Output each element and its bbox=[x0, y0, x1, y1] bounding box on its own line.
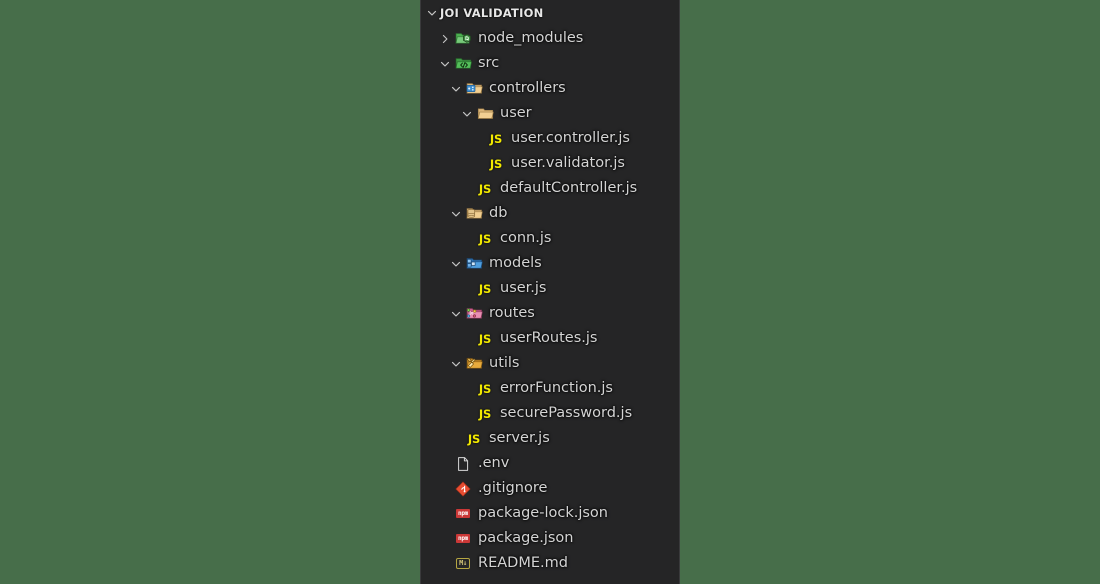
tree-folder-src[interactable]: src bbox=[421, 51, 679, 76]
javascript-file-icon: JS bbox=[464, 426, 484, 451]
javascript-file-icon: JS bbox=[475, 401, 495, 426]
tree-file-user-validator-js[interactable]: JSuser.validator.js bbox=[421, 151, 679, 176]
tree-file-errorfunction-js[interactable]: JSerrorFunction.js bbox=[421, 376, 679, 401]
folder-models-icon bbox=[464, 251, 484, 276]
tree-file-readme-md[interactable]: M↓README.md bbox=[421, 551, 679, 576]
tree-folder-utils[interactable]: utils bbox=[421, 351, 679, 376]
file-label: user.js bbox=[500, 276, 547, 301]
chevron-right-icon[interactable] bbox=[437, 26, 453, 51]
tree-file-userroutes-js[interactable]: JSuserRoutes.js bbox=[421, 326, 679, 351]
tree-file-user-js[interactable]: JSuser.js bbox=[421, 276, 679, 301]
folder-src-icon bbox=[453, 51, 473, 76]
tree-file--gitignore[interactable]: .gitignore bbox=[421, 476, 679, 501]
tree-file-defaultcontroller-js[interactable]: JSdefaultController.js bbox=[421, 176, 679, 201]
file-label: securePassword.js bbox=[500, 401, 632, 426]
folder-label: routes bbox=[489, 301, 535, 326]
folder-label: controllers bbox=[489, 76, 566, 101]
file-label: .env bbox=[478, 451, 509, 476]
folder-database-icon bbox=[464, 201, 484, 226]
folder-label: db bbox=[489, 201, 507, 226]
file-label: user.controller.js bbox=[511, 126, 630, 151]
twisty-spacer bbox=[437, 526, 453, 551]
javascript-file-icon: JS bbox=[475, 176, 495, 201]
folder-label: user bbox=[500, 101, 532, 126]
javascript-file-icon: JS bbox=[475, 276, 495, 301]
folder-utils-icon bbox=[464, 351, 484, 376]
chevron-down-icon[interactable] bbox=[448, 251, 464, 276]
tree-folder-routes[interactable]: routes bbox=[421, 301, 679, 326]
twisty-spacer bbox=[437, 551, 453, 576]
chevron-down-icon[interactable] bbox=[448, 301, 464, 326]
twisty-spacer bbox=[459, 376, 475, 401]
chevron-down-icon[interactable] bbox=[437, 51, 453, 76]
markdown-file-icon: M↓ bbox=[453, 551, 473, 576]
twisty-spacer bbox=[437, 501, 453, 526]
file-label: defaultController.js bbox=[500, 176, 637, 201]
file-label: package.json bbox=[478, 526, 573, 551]
tree-folder-node-modules[interactable]: node_modules bbox=[421, 26, 679, 51]
folder-routes-icon bbox=[464, 301, 484, 326]
twisty-spacer bbox=[459, 226, 475, 251]
twisty-spacer bbox=[459, 176, 475, 201]
tree-file-server-js[interactable]: JSserver.js bbox=[421, 426, 679, 451]
file-label: README.md bbox=[478, 551, 568, 576]
file-label: conn.js bbox=[500, 226, 551, 251]
npm-file-icon: npm bbox=[453, 526, 473, 551]
file-label: userRoutes.js bbox=[500, 326, 597, 351]
tree-file-package-lock-json[interactable]: npmpackage-lock.json bbox=[421, 501, 679, 526]
twisty-spacer bbox=[459, 326, 475, 351]
javascript-file-icon: JS bbox=[475, 376, 495, 401]
javascript-file-icon: JS bbox=[475, 326, 495, 351]
file-label: errorFunction.js bbox=[500, 376, 613, 401]
npm-file-icon: npm bbox=[453, 501, 473, 526]
twisty-spacer bbox=[437, 451, 453, 476]
tree-file--env[interactable]: .env bbox=[421, 451, 679, 476]
explorer-panel: JOI VALIDATION node_modulessrccontroller… bbox=[420, 0, 680, 584]
tree-folder-controllers[interactable]: controllers bbox=[421, 76, 679, 101]
folder-label: node_modules bbox=[478, 26, 583, 51]
tree-file-conn-js[interactable]: JSconn.js bbox=[421, 226, 679, 251]
folder-label: utils bbox=[489, 351, 520, 376]
chevron-down-icon[interactable] bbox=[448, 351, 464, 376]
twisty-spacer bbox=[437, 476, 453, 501]
tree-folder-models[interactable]: models bbox=[421, 251, 679, 276]
tree-file-securepassword-js[interactable]: JSsecurePassword.js bbox=[421, 401, 679, 426]
explorer-section-header[interactable]: JOI VALIDATION bbox=[421, 0, 679, 26]
javascript-file-icon: JS bbox=[486, 126, 506, 151]
chevron-down-icon[interactable] bbox=[459, 101, 475, 126]
tree-file-user-controller-js[interactable]: JSuser.controller.js bbox=[421, 126, 679, 151]
javascript-file-icon: JS bbox=[475, 226, 495, 251]
twisty-spacer bbox=[448, 426, 464, 451]
file-label: package-lock.json bbox=[478, 501, 608, 526]
twisty-spacer bbox=[470, 126, 486, 151]
folder-label: src bbox=[478, 51, 499, 76]
twisty-spacer bbox=[470, 151, 486, 176]
file-label: .gitignore bbox=[478, 476, 547, 501]
git-file-icon bbox=[453, 476, 473, 501]
file-tree: node_modulessrccontrollersuserJSuser.con… bbox=[421, 26, 679, 576]
folder-controller-icon bbox=[464, 76, 484, 101]
folder-node-modules-icon bbox=[453, 26, 473, 51]
folder-default-icon bbox=[475, 101, 495, 126]
document-file-icon bbox=[453, 451, 473, 476]
chevron-down-icon[interactable] bbox=[448, 201, 464, 226]
tree-folder-user[interactable]: user bbox=[421, 101, 679, 126]
twisty-spacer bbox=[459, 401, 475, 426]
file-label: server.js bbox=[489, 426, 550, 451]
tree-file-package-json[interactable]: npmpackage.json bbox=[421, 526, 679, 551]
tree-folder-db[interactable]: db bbox=[421, 201, 679, 226]
explorer-section-title: JOI VALIDATION bbox=[440, 6, 544, 20]
file-label: user.validator.js bbox=[511, 151, 625, 176]
folder-label: models bbox=[489, 251, 542, 276]
javascript-file-icon: JS bbox=[486, 151, 506, 176]
chevron-down-icon[interactable] bbox=[448, 76, 464, 101]
twisty-spacer bbox=[459, 276, 475, 301]
chevron-down-icon[interactable] bbox=[424, 5, 440, 21]
